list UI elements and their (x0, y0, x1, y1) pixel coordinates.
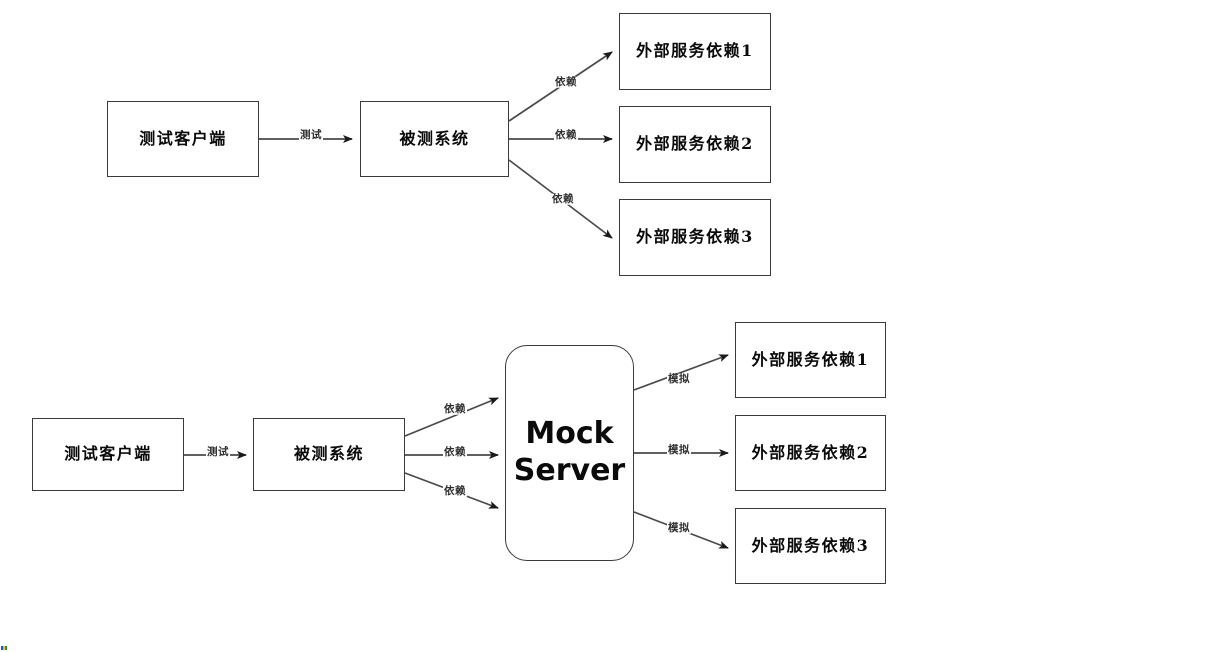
edge-label-dependency-3-bottom: 依赖 (443, 484, 467, 497)
node-label: 外部服务依赖3 (751, 535, 870, 555)
corner-pixel-artifact (1, 646, 8, 650)
edge-label-dependency-2-bottom: 依赖 (443, 445, 467, 458)
node-test-client-top[interactable]: 测试客户端 (107, 101, 259, 177)
node-label: 测试客户端 (139, 128, 227, 148)
node-label: 被测系统 (293, 444, 364, 464)
node-label: Mock Server (513, 416, 626, 488)
edge-label-mock-3: 模拟 (667, 521, 691, 534)
node-label: 外部服务依赖1 (751, 349, 870, 369)
node-label: 测试客户端 (64, 444, 152, 464)
node-system-under-test-bottom[interactable]: 被测系统 (253, 418, 405, 491)
node-external-dependency-1-bottom[interactable]: 外部服务依赖1 (735, 322, 886, 398)
node-test-client-bottom[interactable]: 测试客户端 (32, 418, 184, 491)
node-label: 外部服务依赖2 (751, 442, 870, 462)
node-external-dependency-1-top[interactable]: 外部服务依赖1 (619, 13, 771, 90)
node-external-dependency-3-top[interactable]: 外部服务依赖3 (619, 199, 771, 276)
edge-label-test-bottom: 测试 (206, 445, 230, 458)
node-external-dependency-2-top[interactable]: 外部服务依赖2 (619, 106, 771, 183)
node-label: 外部服务依赖1 (636, 41, 754, 61)
node-external-dependency-3-bottom[interactable]: 外部服务依赖3 (735, 508, 886, 584)
edge-label-dependency-3-top: 依赖 (551, 192, 575, 205)
edge-label-mock-2: 模拟 (667, 443, 691, 456)
node-label: 被测系统 (399, 128, 470, 148)
edge-label-mock-1: 模拟 (667, 372, 691, 385)
node-external-dependency-2-bottom[interactable]: 外部服务依赖2 (735, 415, 886, 491)
node-system-under-test-top[interactable]: 被测系统 (360, 101, 509, 177)
edge-label-test-top: 测试 (299, 128, 323, 141)
edge-label-dependency-1-bottom: 依赖 (443, 402, 467, 415)
node-label: 外部服务依赖3 (636, 227, 754, 247)
edge-label-dependency-2-top: 依赖 (554, 128, 578, 141)
node-mock-server[interactable]: Mock Server (505, 345, 634, 561)
edge-label-dependency-1-top: 依赖 (554, 75, 578, 88)
node-label: 外部服务依赖2 (636, 134, 754, 154)
